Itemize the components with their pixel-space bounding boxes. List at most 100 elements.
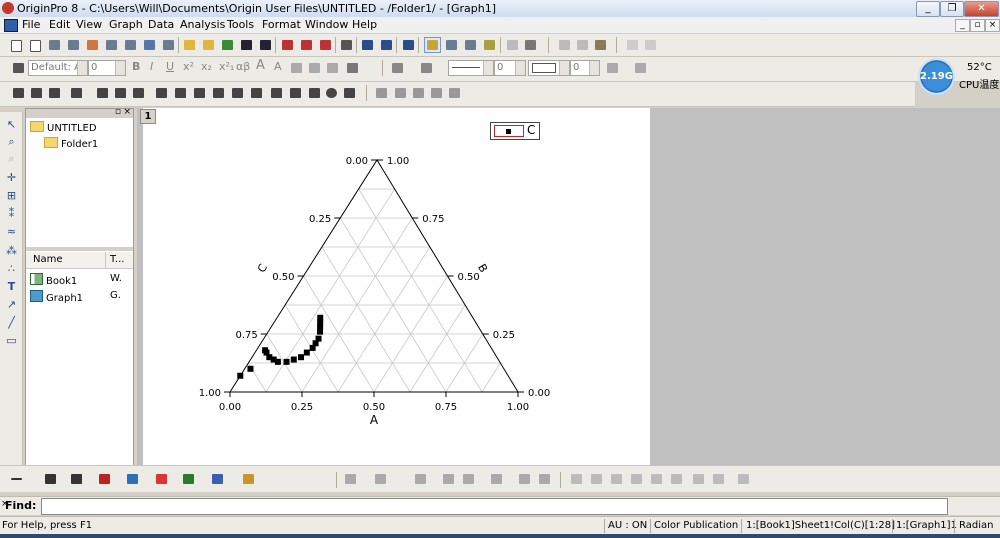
align-5-icon[interactable]	[648, 471, 665, 487]
explorer-splitter[interactable]	[26, 247, 133, 251]
object-edit-4-icon[interactable]	[428, 85, 445, 101]
pointer-icon[interactable]: ↖	[5, 118, 18, 131]
new-workbook-icon[interactable]	[46, 37, 63, 53]
mdi-close-button[interactable]: ×	[985, 19, 1000, 32]
command-window-icon[interactable]	[443, 37, 460, 53]
save-project-icon[interactable]	[238, 37, 255, 53]
menu-edit[interactable]: Edit	[49, 18, 70, 31]
column-type-header[interactable]: T...	[110, 254, 124, 265]
line-plot-icon[interactable]	[8, 471, 25, 487]
new-graph-icon[interactable]	[84, 37, 101, 53]
draw-data-icon[interactable]: ≈	[5, 225, 18, 238]
line-color-icon[interactable]	[418, 60, 435, 76]
stock-plot-icon[interactable]	[153, 471, 170, 487]
zoom-out-icon[interactable]	[46, 85, 63, 101]
menu-format[interactable]: Format	[262, 18, 301, 31]
paste-icon[interactable]	[592, 37, 609, 53]
menu-data[interactable]: Data	[148, 18, 174, 31]
legend[interactable]: C	[490, 122, 540, 140]
italic-button[interactable]: I	[150, 60, 153, 73]
add-layer-icon[interactable]	[504, 37, 521, 53]
explorer-close-icon[interactable]: ×	[123, 107, 131, 117]
superscript-button[interactable]: x²	[183, 60, 194, 73]
align-2-icon[interactable]	[588, 471, 605, 487]
region-mask-icon[interactable]: ⁂	[5, 244, 18, 257]
3d-plot-5-icon[interactable]	[460, 471, 477, 487]
cut-icon[interactable]	[556, 37, 573, 53]
3d-plot-3-icon[interactable]	[412, 471, 429, 487]
template-library-icon[interactable]	[240, 471, 257, 487]
line-width-select[interactable]: 0	[494, 60, 526, 76]
project-explorer-icon[interactable]	[400, 37, 417, 53]
font-size-select[interactable]: 0	[88, 60, 126, 76]
rescale-icon[interactable]	[522, 37, 539, 53]
menu-graph[interactable]: Graph	[109, 18, 143, 31]
close-button[interactable]: ✕	[964, 1, 999, 17]
3d-plot-8-icon[interactable]	[536, 471, 553, 487]
layer-number-tag[interactable]: 1	[140, 109, 156, 124]
tree-item-untitled[interactable]: UNTITLED	[30, 121, 97, 134]
add-row-icon[interactable]	[642, 37, 659, 53]
grid-icon[interactable]	[632, 60, 649, 76]
add-column-icon[interactable]	[624, 37, 641, 53]
explorer-minimize-icon[interactable]: ▫	[115, 107, 121, 117]
clock-icon[interactable]	[323, 85, 340, 101]
pattern-icon[interactable]	[604, 60, 621, 76]
duplicate-icon[interactable]	[378, 37, 395, 53]
new-excel-icon[interactable]	[65, 37, 82, 53]
3d-plot-7-icon[interactable]	[516, 471, 533, 487]
mdi-restore-button[interactable]: ▫	[970, 19, 985, 32]
border-style-select[interactable]	[528, 60, 570, 76]
decrease-font-button[interactable]: A	[274, 60, 282, 73]
align-4-icon[interactable]	[628, 471, 645, 487]
align-8-icon[interactable]	[710, 471, 727, 487]
lines-icon[interactable]	[268, 85, 285, 101]
document-menu-icon[interactable]	[4, 19, 18, 32]
area-plot-icon[interactable]	[180, 471, 197, 487]
menu-analysis[interactable]: Analysis	[180, 18, 225, 31]
layout-1-icon[interactable]	[94, 85, 111, 101]
copy-icon[interactable]	[574, 37, 591, 53]
axis-rt-icon[interactable]	[210, 85, 227, 101]
code-builder-icon[interactable]	[462, 37, 479, 53]
import-multiple-icon[interactable]	[298, 37, 315, 53]
new-function-icon[interactable]	[122, 37, 139, 53]
3d-plot-2-icon[interactable]	[372, 471, 389, 487]
3d-plot-4-icon[interactable]	[440, 471, 457, 487]
origin-app-icon[interactable]	[2, 2, 14, 14]
layer-icon[interactable]	[10, 85, 27, 101]
text-font-icon[interactable]	[10, 60, 27, 76]
increase-font-button[interactable]: A	[256, 58, 265, 73]
line-style-select[interactable]	[448, 60, 494, 76]
new-folder-icon[interactable]	[27, 37, 44, 53]
custom-routine-icon[interactable]	[481, 37, 498, 53]
axis-lt-icon[interactable]	[172, 85, 189, 101]
menu-window[interactable]: Window	[305, 18, 348, 31]
column-name-header[interactable]: Name	[33, 254, 63, 265]
fill-color-icon[interactable]	[389, 60, 406, 76]
menu-file[interactable]: File	[22, 18, 40, 31]
grid-lines-icon[interactable]	[287, 85, 304, 101]
subscript-button[interactable]: x₂	[201, 60, 212, 73]
contour-plot-icon[interactable]	[124, 471, 141, 487]
open-template-icon[interactable]	[200, 37, 217, 53]
object-edit-5-icon[interactable]	[446, 85, 463, 101]
scatter-plot-icon[interactable]	[42, 471, 59, 487]
ternary-plot-icon[interactable]	[209, 471, 226, 487]
menu-tools[interactable]: Tools	[227, 18, 254, 31]
object-edit-3-icon[interactable]	[410, 85, 427, 101]
thermometer-icon[interactable]	[306, 85, 323, 101]
zoom-icon[interactable]: ⌕	[5, 135, 18, 148]
save-window-icon[interactable]	[257, 37, 274, 53]
graph-window[interactable]: 0.00 0.25 0.50 0.75 1.00 0.00 0.25 0.50 0.75 1.00…	[143, 108, 650, 465]
object-edit-1-icon[interactable]	[373, 85, 390, 101]
new-layout-icon[interactable]	[141, 37, 158, 53]
zoom-out-tool-icon[interactable]: ⌕	[5, 152, 18, 165]
line-tool-icon[interactable]: ╱	[5, 316, 18, 329]
align-center-icon[interactable]	[324, 60, 341, 76]
open-excel-icon[interactable]	[219, 37, 236, 53]
refresh-icon[interactable]	[359, 37, 376, 53]
minimize-button[interactable]: _	[916, 1, 940, 17]
results-log-icon[interactable]	[424, 37, 441, 53]
bold-button[interactable]: B	[132, 60, 140, 73]
